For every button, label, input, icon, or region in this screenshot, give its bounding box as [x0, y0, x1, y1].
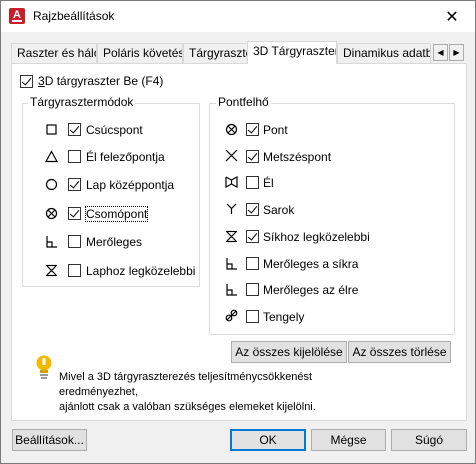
cloud-edge-label[interactable]: Él: [263, 176, 274, 190]
cloud-node-checkbox[interactable]: [246, 123, 259, 136]
settings-button[interactable]: Beállítások...: [12, 429, 87, 451]
select-all-button[interactable]: Az összes kijelölése: [231, 341, 347, 363]
cloud-corner-label[interactable]: Sarok: [263, 203, 294, 217]
title-bar: A Rajzbeállítások ✕: [1, 1, 475, 32]
dialog-window: A Rajzbeállítások ✕ Raszter és háló Polá…: [0, 0, 476, 464]
square-icon: [46, 124, 57, 135]
mode-node-checkbox[interactable]: [68, 207, 81, 220]
ok-button[interactable]: OK: [230, 429, 306, 451]
axis-icon: [225, 309, 238, 322]
mode-perpendicular-checkbox[interactable]: [68, 235, 81, 248]
mode-midpoint-checkbox[interactable]: [68, 150, 81, 163]
cloud-perp-plane-label[interactable]: Merőleges a síkra: [263, 257, 358, 271]
mode-vertex-label[interactable]: Csúcspont: [86, 123, 143, 137]
cloud-intersection-checkbox[interactable]: [246, 150, 259, 163]
cloud-intersection-label[interactable]: Metszéspont: [263, 150, 331, 164]
cloud-perp-edge-label[interactable]: Merőleges az élre: [263, 283, 358, 297]
point-cloud-group-title: Pontfelhő: [216, 95, 271, 109]
cancel-button[interactable]: Mégse: [311, 429, 386, 451]
cloud-nearest-plane-checkbox[interactable]: [246, 230, 259, 243]
close-button[interactable]: ✕: [429, 1, 475, 32]
mode-vertex-checkbox[interactable]: [68, 123, 81, 136]
corner-icon: [226, 203, 237, 214]
osnap3d-on-checkbox[interactable]: [20, 75, 33, 88]
tab-3d-object-snap[interactable]: 3D Tárgyraszter: [247, 41, 337, 64]
cloud-axis-label[interactable]: Tengely: [263, 310, 304, 324]
hourglass-icon: [46, 264, 57, 277]
cloud-nearest-plane-label[interactable]: Síkhoz legközelebbi: [263, 230, 370, 244]
triangle-icon: [45, 150, 59, 163]
lightbulb-warning-icon: [36, 355, 52, 379]
tab-grid-snap[interactable]: Raszter és háló: [11, 43, 97, 64]
mode-face-center-label[interactable]: Lap középpontja: [86, 178, 174, 192]
cloud-corner-checkbox[interactable]: [246, 203, 259, 216]
mode-midpoint-label[interactable]: Él felezőpontja: [86, 150, 165, 164]
edge-icon: [225, 175, 238, 189]
perpendicular-icon: [46, 236, 57, 248]
point-cloud-group: [209, 103, 455, 335]
info-line-1: Mivel a 3D tárgyraszterezés teljesítmény…: [59, 371, 313, 398]
cloud-node-label[interactable]: Pont: [263, 123, 288, 137]
mode-nearest-face-label[interactable]: Laphoz legközelebbi: [86, 264, 195, 278]
modes-group-title: Tárgyrasztermódok: [28, 95, 136, 109]
perpendicular-icon: [226, 284, 237, 296]
info-line-2: ajánlott csak a valóban szükséges elemek…: [59, 401, 316, 413]
mode-perpendicular-label[interactable]: Merőleges: [86, 235, 142, 249]
perpendicular-icon: [226, 258, 237, 270]
cloud-perp-edge-checkbox[interactable]: [246, 283, 259, 296]
circle-x-icon: [45, 207, 58, 220]
tab-scroll-left-icon[interactable]: ◀: [433, 44, 448, 61]
hourglass-icon: [226, 230, 237, 243]
osnap3d-on-label-accel: 3: [38, 74, 45, 88]
cloud-perp-plane-checkbox[interactable]: [246, 257, 259, 270]
mode-node-label[interactable]: Csomópont: [84, 206, 149, 222]
osnap3d-on-label-rest: D tárgyraszter Be (F4): [44, 74, 164, 88]
tab-scroll-right-icon[interactable]: ▶: [449, 44, 464, 61]
clear-all-button[interactable]: Az összes törlése: [348, 341, 451, 363]
tab-dynamic-input[interactable]: Dinamikus adatbevitel: [337, 43, 431, 64]
tab-panel: 3D tárgyraszter Be (F4) Tárgyrasztermódo…: [11, 63, 467, 421]
app-icon: A: [9, 8, 25, 24]
osnap3d-on-label[interactable]: 3D tárgyraszter Be (F4): [38, 74, 163, 88]
circle-icon: [45, 178, 58, 191]
window-title: Rajzbeállítások: [33, 9, 115, 23]
tab-strip: Raszter és háló Poláris követés Tárgyras…: [11, 41, 467, 64]
cross-icon: [225, 149, 238, 162]
tab-polar-tracking[interactable]: Poláris követés: [97, 43, 183, 64]
mode-face-center-checkbox[interactable]: [68, 178, 81, 191]
help-button[interactable]: Súgó: [391, 429, 467, 451]
circle-x-icon: [225, 123, 238, 136]
cloud-edge-checkbox[interactable]: [246, 176, 259, 189]
cloud-axis-checkbox[interactable]: [246, 310, 259, 323]
mode-nearest-face-checkbox[interactable]: [68, 264, 81, 277]
performance-info-text: Mivel a 3D tárgyraszterezés teljesítmény…: [59, 370, 359, 415]
